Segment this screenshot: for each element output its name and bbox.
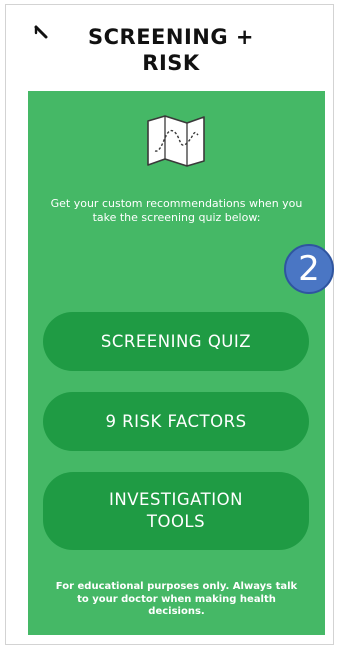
investigation-tools-button[interactable]: INVESTIGATION TOOLS: [43, 472, 309, 550]
screening-quiz-button[interactable]: SCREENING QUIZ: [43, 312, 309, 371]
screening-quiz-label: SCREENING QUIZ: [100, 331, 252, 351]
page-title: SCREENING + RISK: [87, 25, 254, 75]
back-arrow-icon[interactable]: [33, 24, 51, 42]
step-number-badge: 2: [284, 244, 334, 294]
intro-text: Get your custom recommendations when you…: [50, 197, 303, 224]
screening-panel: Get your custom recommendations when you…: [28, 91, 325, 635]
disclaimer-text: For educational purposes only. Always ta…: [55, 581, 298, 617]
investigation-tools-label: INVESTIGATION TOOLS: [109, 490, 243, 531]
folded-map-icon: [147, 115, 205, 167]
risk-factors-label: 9 RISK FACTORS: [105, 411, 247, 431]
risk-factors-button[interactable]: 9 RISK FACTORS: [43, 392, 309, 451]
